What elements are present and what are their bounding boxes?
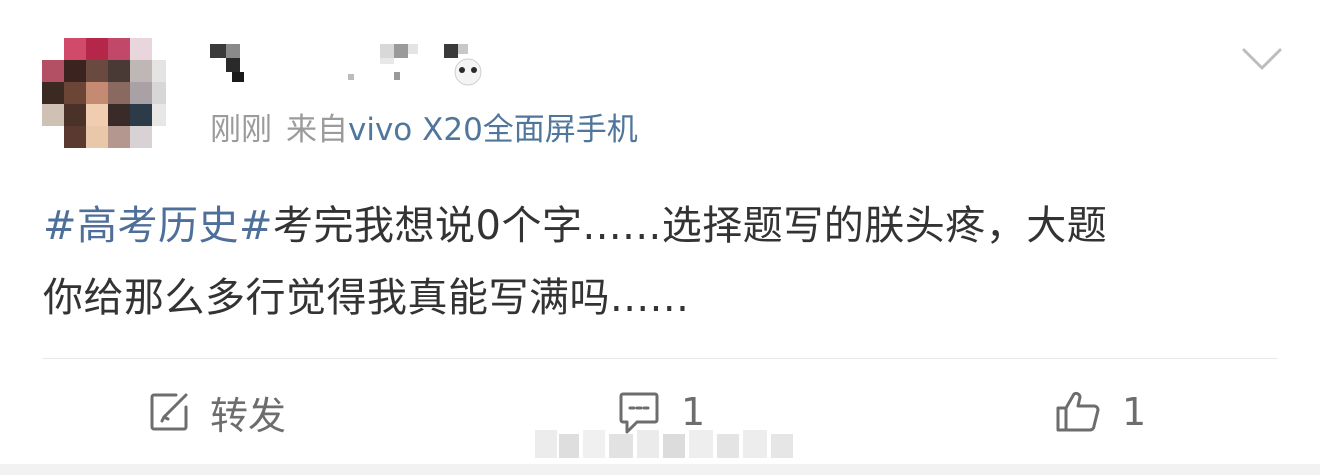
username[interactable] (208, 40, 508, 88)
post-content: #高考历史#考完我想说0个字......选择题写的朕头疼，大题 你给那么多行觉得… (43, 190, 1283, 334)
repost-icon (148, 391, 190, 433)
chevron-down-icon[interactable] (1238, 42, 1286, 74)
post-time: 刚刚 (210, 112, 272, 148)
divider (42, 358, 1278, 359)
post-text-line1: 考完我想说0个字......选择题写的朕头疼，大题 (273, 203, 1108, 249)
thumbs-up-icon (1054, 390, 1102, 434)
like-button[interactable]: 1 (1054, 384, 1146, 440)
device-source-link[interactable]: vivo X20全面屏手机 (348, 112, 638, 148)
watermark (535, 426, 795, 466)
like-count: 1 (1122, 390, 1147, 434)
post-text-line2: 你给那么多行觉得我真能写满吗...... (43, 275, 690, 321)
weibo-post-card: 刚刚 来自vivo X20全面屏手机 #高考历史#考完我想说0个字......选择… (0, 0, 1320, 475)
post-meta: 刚刚 来自vivo X20全面屏手机 (210, 108, 638, 152)
hashtag-link[interactable]: #高考历史# (43, 203, 273, 249)
avatar[interactable] (40, 38, 168, 148)
repost-label: 转发 (210, 393, 287, 438)
card-separator (0, 464, 1320, 475)
repost-button[interactable]: 转发 (148, 384, 286, 440)
source-prefix: 来自 (286, 112, 348, 148)
